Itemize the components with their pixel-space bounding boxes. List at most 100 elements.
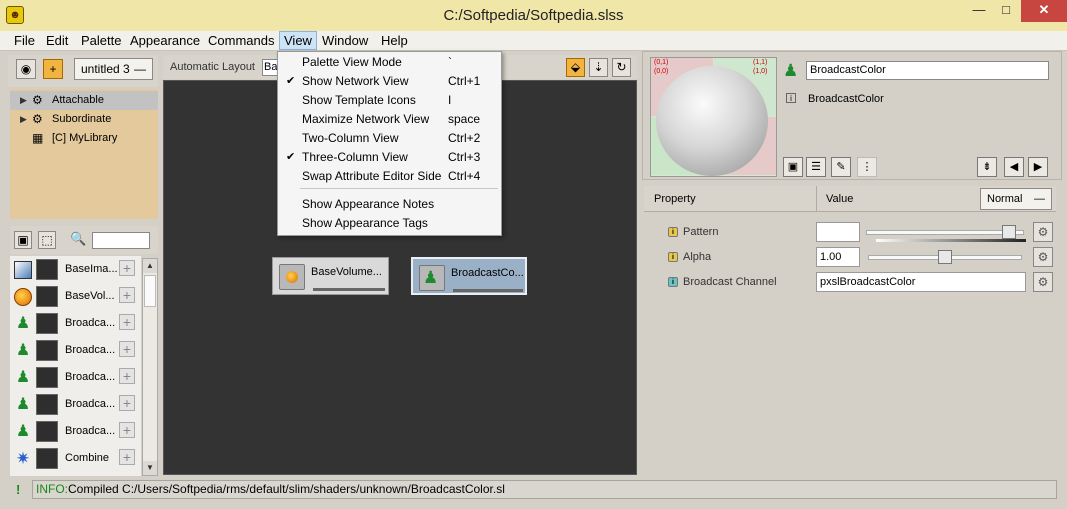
library-dropdown[interactable]: untitled 3 — [74, 58, 153, 80]
list-item[interactable]: ♟ Broadca... + [10, 310, 141, 337]
tree-item-subordinate[interactable]: ▶ ⚙ Subordinate [10, 110, 158, 129]
add-button[interactable]: + [119, 449, 135, 465]
edit-icon[interactable]: ✎ [831, 157, 851, 177]
scroll-down-icon[interactable]: ▼ [143, 461, 157, 475]
menu-help[interactable]: Help [377, 31, 412, 50]
menu-file[interactable]: File [10, 31, 39, 50]
menu-window[interactable]: Window [318, 31, 372, 50]
add-button[interactable]: + [119, 368, 135, 384]
expand-arrow-icon[interactable]: ▶ [20, 110, 27, 129]
add-button[interactable]: + [119, 314, 135, 330]
node-output-bar [313, 288, 385, 291]
arrange-icon[interactable]: ⇣ [589, 58, 608, 77]
preview-sphere [656, 66, 768, 176]
add-button[interactable]: + [119, 260, 135, 276]
pattern-value-field[interactable] [816, 222, 860, 242]
menu-appearance[interactable]: Appearance [126, 31, 204, 50]
property-label: Broadcast Channel [683, 276, 777, 288]
menu-edit[interactable]: Edit [42, 31, 72, 50]
menu-item-palette-view-mode[interactable]: Palette View Mode ` [278, 53, 501, 72]
next-icon[interactable]: ▶ [1028, 157, 1048, 177]
layout-auto-icon[interactable]: ⬙ [566, 58, 585, 77]
eye-icon[interactable]: ◉ [16, 59, 36, 79]
parameter-badge-icon: i [668, 227, 678, 237]
list-item[interactable]: BaseIma... + [10, 256, 141, 283]
node-view-icon[interactable]: ▣ [783, 157, 803, 177]
list-item[interactable]: ✷ Combine + [10, 445, 141, 472]
node-icon[interactable]: ▣ [14, 231, 32, 249]
tree-item-label: Attachable [52, 94, 104, 106]
alpha-slider[interactable] [868, 250, 1022, 264]
color-swatch [36, 367, 58, 388]
gear-icon[interactable]: ⚙ [1033, 272, 1053, 292]
list-item-label: Broadca... [65, 371, 116, 383]
info-icon: i [786, 93, 796, 103]
add-button[interactable]: + [119, 341, 135, 357]
tree-item-attachable[interactable]: ▶ ⚙ Attachable [10, 91, 158, 110]
library-grid-icon: ▦ [32, 131, 44, 145]
pattern-gradient-bar [876, 239, 1026, 242]
image-icon [14, 261, 32, 279]
pattern-slider[interactable] [866, 225, 1024, 239]
list-item[interactable]: ♟ Broadca... + [10, 337, 141, 364]
previous-icon[interactable]: ◀ [1004, 157, 1024, 177]
add-button[interactable]: + [119, 422, 135, 438]
gear-icon[interactable]: ⚙ [1033, 222, 1053, 242]
list-item[interactable]: BaseVol... + [10, 283, 141, 310]
check-icon: ✔ [286, 151, 296, 163]
close-button[interactable]: ✕ [1021, 0, 1067, 22]
list-item[interactable]: ♟ Broadca... + [10, 418, 141, 445]
select-icon[interactable]: ⬚ [38, 231, 56, 249]
search-icon[interactable]: 🔍 [70, 231, 86, 247]
list-item-label: BaseIma... [65, 263, 118, 275]
grid-icon[interactable]: ⋮ [857, 157, 877, 177]
menu-palette[interactable]: Palette [77, 31, 125, 50]
menu-view[interactable]: View [279, 31, 317, 50]
appearance-name-field[interactable]: BroadcastColor [806, 61, 1049, 80]
network-node-broadcastcolor[interactable]: ♟ BroadcastCo... [411, 257, 527, 295]
expand-arrow-icon[interactable]: ▶ [20, 91, 27, 110]
slider-thumb[interactable] [938, 250, 952, 264]
minimize-button[interactable]: — [966, 0, 992, 22]
menu-item-maximize-network-view[interactable]: Maximize Network View space [278, 110, 501, 129]
list-item-label: Broadca... [65, 344, 116, 356]
volume-icon [14, 288, 32, 306]
slider-thumb[interactable] [1002, 225, 1016, 239]
menu-commands[interactable]: Commands [204, 31, 278, 50]
menu-item-swap-attribute-editor-side[interactable]: Swap Attribute Editor Side Ctrl+4 [278, 167, 501, 186]
display-mode-dropdown[interactable]: Normal — [980, 188, 1052, 210]
menu-item-show-template-icons[interactable]: Show Template Icons I [278, 91, 501, 110]
broadcast-channel-field[interactable]: pxslBroadcastColor [816, 272, 1026, 292]
menu-item-three-column-view[interactable]: ✔ Three-Column View Ctrl+3 [278, 148, 501, 167]
menu-item-show-appearance-tags[interactable]: Show Appearance Tags [278, 214, 501, 233]
preview-coord: (0,1) [654, 59, 669, 66]
list-item[interactable]: ♟ Broadca... + [10, 364, 141, 391]
scroll-thumb[interactable] [144, 275, 156, 307]
collapse-icon[interactable]: ⇟ [977, 157, 997, 177]
add-button[interactable]: + [119, 287, 135, 303]
refresh-icon[interactable]: ↻ [612, 58, 631, 77]
menu-item-show-network-view[interactable]: ✔ Show Network View Ctrl+1 [278, 72, 501, 91]
status-icon: ! [16, 482, 21, 497]
view-menu-dropdown: Palette View Mode ` ✔ Show Network View Ctr… [277, 51, 502, 236]
menu-item-show-appearance-notes[interactable]: Show Appearance Notes [278, 195, 501, 214]
shader-preview[interactable]: (0,1) (1,1) (0,0) (1,0) [650, 57, 777, 177]
menu-item-label: Show Template Icons [302, 93, 416, 107]
tree-item-mylibrary[interactable]: ▦ [C] MyLibrary [10, 129, 158, 148]
list-view-icon[interactable]: ☰ [806, 157, 826, 177]
palette-search-input[interactable] [92, 232, 150, 249]
palette-list: BaseIma... + BaseVol... + ♟ Broadca... +… [10, 256, 141, 476]
add-icon[interactable]: + [43, 59, 63, 79]
maximize-button[interactable]: □ [993, 0, 1019, 22]
gear-icon[interactable]: ⚙ [1033, 247, 1053, 267]
menu-item-two-column-view[interactable]: Two-Column View Ctrl+2 [278, 129, 501, 148]
palette-scrollbar[interactable]: ▲ ▼ [142, 258, 158, 476]
preview-coord: (0,0) [654, 68, 669, 75]
alpha-value-field[interactable]: 1.00 [816, 247, 860, 267]
scroll-up-icon[interactable]: ▲ [143, 259, 157, 273]
list-item[interactable]: ♟ Broadca... + [10, 391, 141, 418]
menu-item-shortcut: Ctrl+1 [448, 74, 481, 88]
list-item-label: Broadca... [65, 317, 116, 329]
add-button[interactable]: + [119, 395, 135, 411]
network-node-basevolume[interactable]: BaseVolume... [272, 257, 389, 295]
